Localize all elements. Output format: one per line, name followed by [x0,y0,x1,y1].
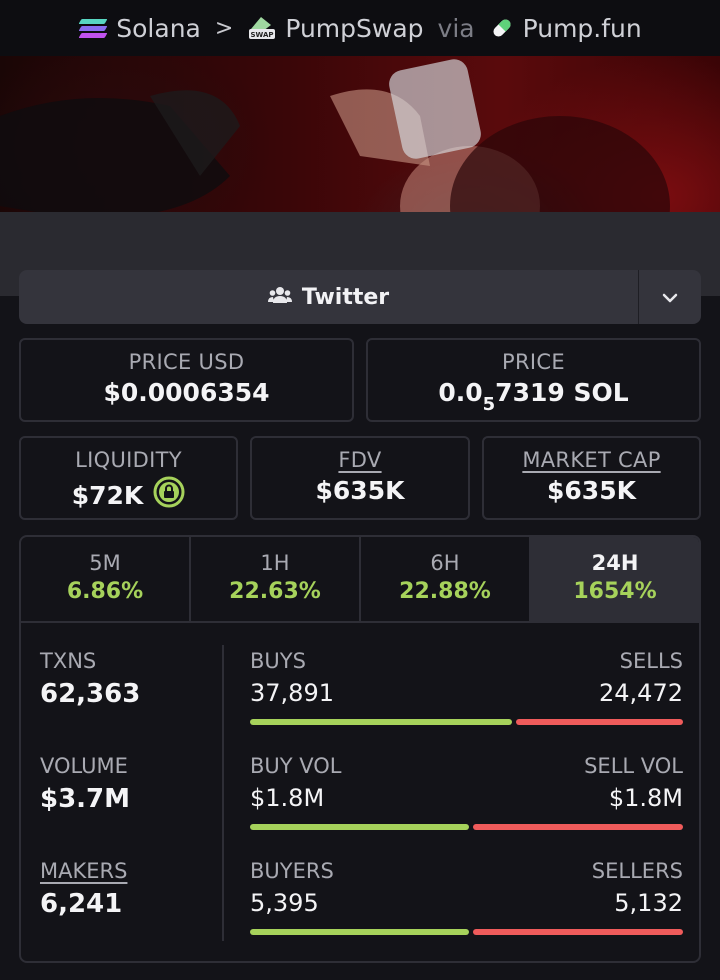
buys-sells-stat: BUYS SELLS 37,891 24,472 [250,649,683,725]
sells-value: 24,472 [599,679,683,707]
price-native-value: 0.0 5 7319 SOL [368,378,699,415]
txns-label: TXNS [40,649,97,673]
price-native-suffix: 7319 SOL [495,378,629,407]
buys-value: 37,891 [250,679,334,707]
market-cap-value: $635K [547,476,636,505]
tab-24h-change: 1654% [573,579,657,604]
tab-6h-change: 22.88% [399,579,491,604]
buyers-value: 5,395 [250,889,319,917]
breadcrumb-launchpad[interactable]: Pump.fun [523,14,642,43]
volume-value: $3.7M [40,784,131,814]
sells-label: SELLS [619,649,683,673]
liquidity-value-row: $72K [21,476,236,514]
socials-dropdown-button[interactable] [638,270,701,324]
svg-text:SWAP: SWAP [251,31,274,39]
stats-divider [222,645,224,941]
price-native-label: PRICE [502,350,565,374]
fdv-value: $635K [315,476,405,505]
price-usd-card: PRICE USD $0.0006354 [19,338,354,422]
sell-vol-value: $1.8M [608,784,683,812]
breadcrumb-via: via [437,13,475,43]
makers-stat: MAKERS 6,241 [40,859,127,919]
buyers-bar [250,929,469,935]
socials-bar: Twitter [19,270,701,324]
tab-1h-change: 22.63% [229,579,321,604]
tab-1h-label: 1H [260,551,290,575]
solana-icon [78,17,108,39]
market-cap-card: MARKET CAP $635K [482,436,701,520]
pumpswap-icon: SWAP [247,15,277,41]
volume-label: VOLUME [40,754,128,778]
liquidity-card: LIQUIDITY $72K [19,436,238,520]
buy-sell-volume-stat: BUY VOL SELL VOL $1.8M $1.8M [250,754,683,830]
price-native-prefix: 0.0 [438,378,483,407]
sell-vol-label: SELL VOL [584,754,683,778]
makers-label[interactable]: MAKERS [40,859,127,883]
users-icon [267,285,292,310]
buys-sells-ratio-bar [250,719,683,725]
timeframe-stats-panel: 5M 6.86% 1H 22.63% 6H 22.88% 24H 1654% T… [19,535,701,963]
price-native-card: PRICE 0.0 5 7319 SOL [366,338,701,422]
sells-bar [516,719,683,725]
pumpfun-pill-icon [489,15,515,41]
tab-24h-label: 24H [591,551,639,575]
chevron-right-icon: > [214,15,234,41]
txns-value: 62,363 [40,679,141,709]
volume-ratio-bar [250,824,683,830]
buy-vol-value: $1.8M [250,784,325,812]
fdv-label[interactable]: FDV [252,448,468,472]
liquidity-value: $72K [71,480,144,510]
tab-6h-label: 6H [430,551,460,575]
buy-vol-bar [250,824,469,830]
chevron-down-icon [662,288,678,307]
price-native-subscript: 5 [482,394,496,415]
sellers-value: 5,132 [614,889,683,917]
buys-bar [250,719,512,725]
timeframe-tabs: 5M 6.86% 1H 22.63% 6H 22.88% 24H 1654% [21,537,699,623]
lock-icon[interactable] [153,476,185,514]
price-usd-value: $0.0006354 [103,378,270,407]
tab-6h[interactable]: 6H 22.88% [361,537,531,621]
market-cap-label[interactable]: MARKET CAP [484,448,699,472]
twitter-label: Twitter [301,284,390,310]
buyers-sellers-stat: BUYERS SELLERS 5,395 5,132 [250,859,683,935]
breadcrumb-chain[interactable]: Solana [116,14,201,43]
volume-stat: VOLUME $3.7M [40,754,130,814]
buy-vol-label: BUY VOL [250,754,342,778]
breadcrumb: Solana > SWAP PumpSwap via Pump.fun [0,0,720,56]
sell-vol-bar [473,824,683,830]
twitter-button[interactable]: Twitter [19,270,638,324]
trade-stats: TXNS 62,363 VOLUME $3.7M MAKERS 6,241 BU… [21,623,699,961]
price-usd-label: PRICE USD [128,350,245,374]
tab-1h[interactable]: 1H 22.63% [191,537,361,621]
tab-24h[interactable]: 24H 1654% [531,537,699,621]
tab-5m-label: 5M [89,551,121,575]
liquidity-label: LIQUIDITY [75,448,182,472]
makers-value: 6,241 [40,889,123,919]
sellers-label: SELLERS [591,859,683,883]
buys-label: BUYS [250,649,306,673]
fdv-card: FDV $635K [250,436,470,520]
sellers-bar [473,929,683,935]
tab-5m[interactable]: 5M 6.86% [21,537,191,621]
tab-5m-change: 6.86% [66,579,144,604]
txns-stat: TXNS 62,363 [40,649,140,709]
buyers-ratio-bar [250,929,683,935]
buyers-label: BUYERS [250,859,334,883]
breadcrumb-dex[interactable]: PumpSwap [285,14,423,43]
